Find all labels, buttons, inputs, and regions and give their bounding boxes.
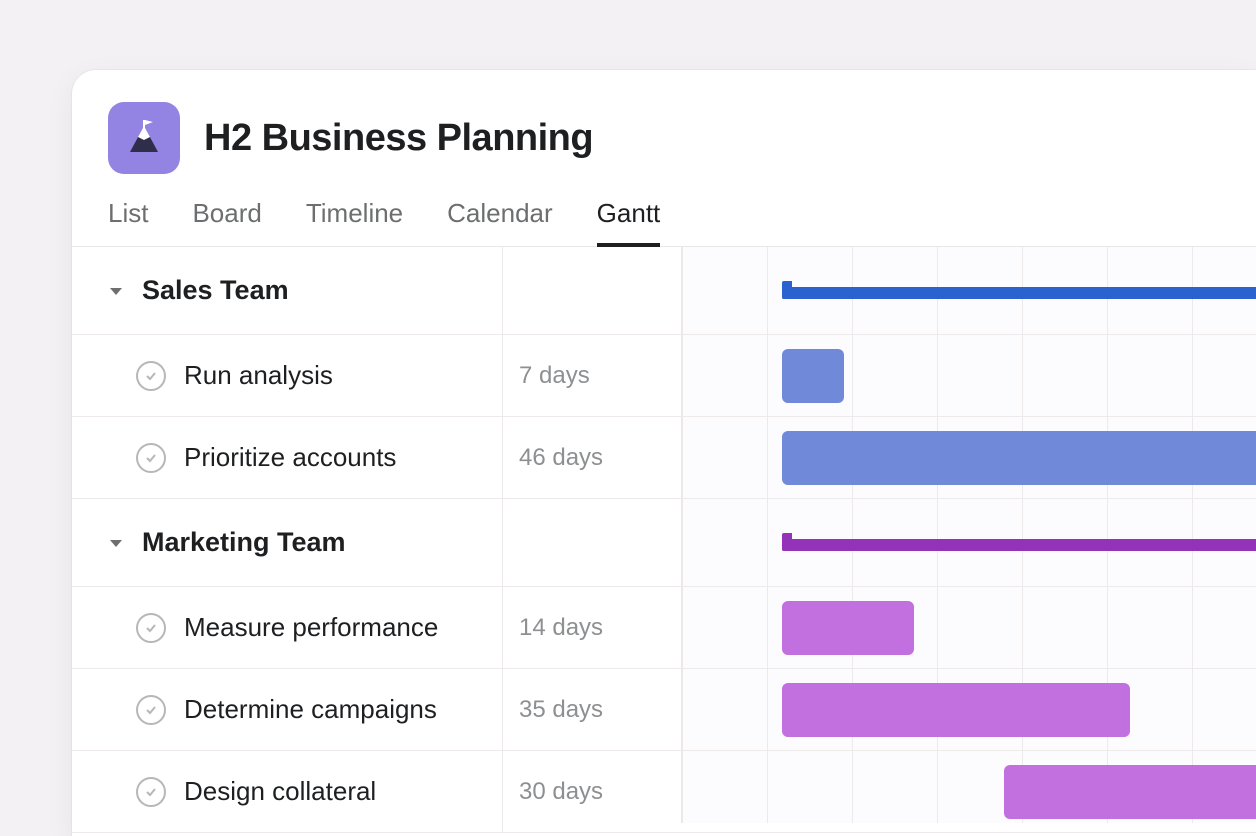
task-name: Prioritize accounts <box>184 442 396 473</box>
task-bar[interactable] <box>782 349 844 403</box>
tab-gantt[interactable]: Gantt <box>597 198 661 247</box>
duration-cell <box>502 247 682 334</box>
task-name: Design collateral <box>184 776 376 807</box>
app-window: H2 Business Planning List Board Timeline… <box>72 70 1256 836</box>
chevron-down-icon <box>108 283 124 299</box>
group-summary-bar[interactable] <box>782 287 1256 299</box>
task-row[interactable]: Measure performance 14 days <box>72 587 1256 669</box>
group-name: Sales Team <box>142 275 289 306</box>
gantt-rows: Sales Team Run analysis 7 days <box>72 247 1256 833</box>
task-row[interactable]: Design collateral 30 days <box>72 751 1256 833</box>
check-circle-icon[interactable] <box>136 777 166 807</box>
chevron-down-icon <box>108 535 124 551</box>
task-row[interactable]: Prioritize accounts 46 days <box>72 417 1256 499</box>
tab-board[interactable]: Board <box>192 198 261 247</box>
check-circle-icon[interactable] <box>136 361 166 391</box>
duration-cell: 35 days <box>502 669 682 750</box>
group-row-marketing[interactable]: Marketing Team <box>72 499 1256 587</box>
task-bar[interactable] <box>1004 765 1256 819</box>
duration-cell: 46 days <box>502 417 682 498</box>
task-name: Measure performance <box>184 612 438 643</box>
check-circle-icon[interactable] <box>136 613 166 643</box>
group-row-sales[interactable]: Sales Team <box>72 247 1256 335</box>
task-row[interactable]: Run analysis 7 days <box>72 335 1256 417</box>
duration-cell: 7 days <box>502 335 682 416</box>
task-bar[interactable] <box>782 431 1256 485</box>
project-icon <box>108 102 180 174</box>
task-bar[interactable] <box>782 683 1130 737</box>
task-name: Run analysis <box>184 360 333 391</box>
task-bar[interactable] <box>782 601 914 655</box>
project-header: H2 Business Planning <box>72 70 1256 188</box>
tab-calendar[interactable]: Calendar <box>447 198 553 247</box>
group-summary-bar[interactable] <box>782 539 1256 551</box>
check-circle-icon[interactable] <box>136 695 166 725</box>
duration-cell <box>502 499 682 586</box>
view-tabs: List Board Timeline Calendar Gantt <box>72 188 1256 247</box>
duration-cell: 30 days <box>502 751 682 832</box>
group-name: Marketing Team <box>142 527 346 558</box>
gantt-content: Sales Team Run analysis 7 days <box>72 247 1256 823</box>
task-row[interactable]: Determine campaigns 35 days <box>72 669 1256 751</box>
check-circle-icon[interactable] <box>136 443 166 473</box>
tab-list[interactable]: List <box>108 198 148 247</box>
task-name: Determine campaigns <box>184 694 437 725</box>
mountain-flag-icon <box>124 118 164 158</box>
duration-cell: 14 days <box>502 587 682 668</box>
project-title: H2 Business Planning <box>204 117 593 160</box>
tab-timeline[interactable]: Timeline <box>306 198 403 247</box>
